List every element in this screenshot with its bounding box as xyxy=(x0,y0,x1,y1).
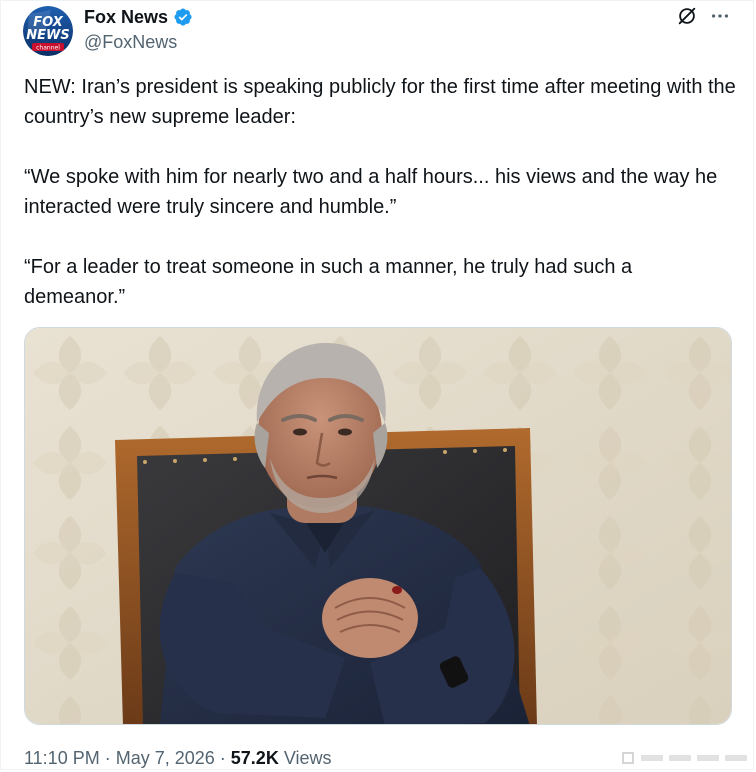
views-label: Views xyxy=(278,748,332,768)
tweet-time[interactable]: 11:10 PM xyxy=(24,748,100,768)
tweet-paragraph: “We spoke with him for nearly two and a … xyxy=(24,166,718,218)
tweet-paragraph: NEW: Iran’s president is speaking public… xyxy=(24,76,736,128)
avatar-text-news: NEWS xyxy=(26,28,69,43)
more-options-icon[interactable] xyxy=(709,5,731,27)
watermark-graphic xyxy=(622,752,747,764)
verified-badge-icon xyxy=(174,8,192,26)
grok-icon[interactable] xyxy=(676,5,698,27)
views-count: 57.2K xyxy=(230,748,279,768)
tweet-meta: 11:10 PM · May 7, 2026 · 57.2K Views xyxy=(24,746,332,770)
author-display-name[interactable]: Fox News xyxy=(84,6,168,28)
avatar-text-channel: channel xyxy=(36,45,60,52)
fox-news-logo-icon: FOX NEWS channel xyxy=(23,6,73,56)
author-avatar[interactable]: FOX NEWS channel xyxy=(23,6,73,56)
meta-separator: · xyxy=(99,748,116,768)
tweet-photo[interactable] xyxy=(24,327,732,725)
tweet-card: FOX NEWS channel Fox News @FoxNews NEW: … xyxy=(0,0,754,770)
tweet-date[interactable]: May 7, 2026 xyxy=(116,748,215,768)
photo-illustration xyxy=(25,328,731,724)
tweet-text: NEW: Iran’s president is speaking public… xyxy=(24,72,736,312)
tweet-paragraph: “For a leader to treat someone in such a… xyxy=(24,256,633,308)
author-handle[interactable]: @FoxNews xyxy=(84,31,177,53)
meta-separator: · xyxy=(214,748,231,768)
